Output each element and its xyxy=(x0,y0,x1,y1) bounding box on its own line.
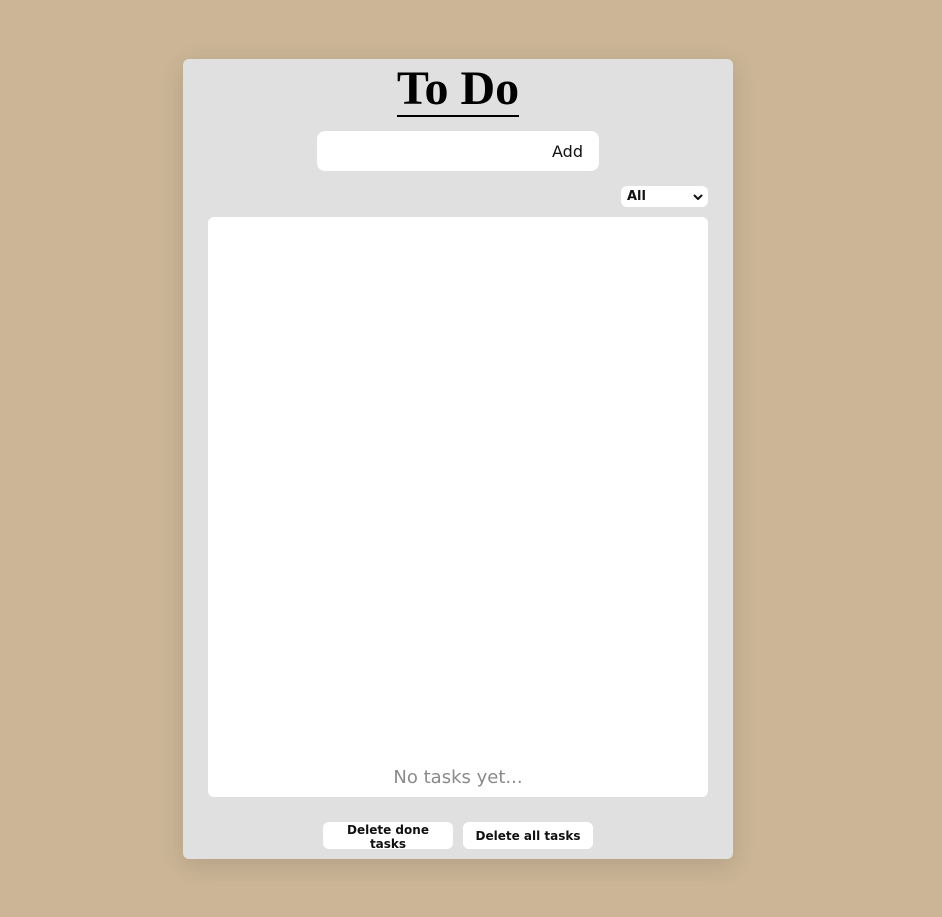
add-task-form: Add xyxy=(317,131,599,171)
page-title-text: To Do xyxy=(396,62,520,117)
page-title: To Do xyxy=(183,63,733,117)
delete-done-tasks-button[interactable]: Delete done tasks xyxy=(323,822,453,851)
filter-selected-value: All xyxy=(627,189,646,204)
task-input[interactable] xyxy=(317,133,544,169)
todo-card: To Do Add All No tasks yet... Delete don… xyxy=(183,59,733,859)
filter-select[interactable]: All xyxy=(621,186,708,207)
task-list: No tasks yet... xyxy=(208,217,708,797)
empty-state-message: No tasks yet... xyxy=(393,767,523,788)
chevron-down-icon xyxy=(693,194,703,200)
bulk-actions: Delete done tasks Delete all tasks xyxy=(183,822,733,851)
add-button[interactable]: Add xyxy=(544,131,603,171)
delete-all-tasks-button[interactable]: Delete all tasks xyxy=(463,822,593,849)
